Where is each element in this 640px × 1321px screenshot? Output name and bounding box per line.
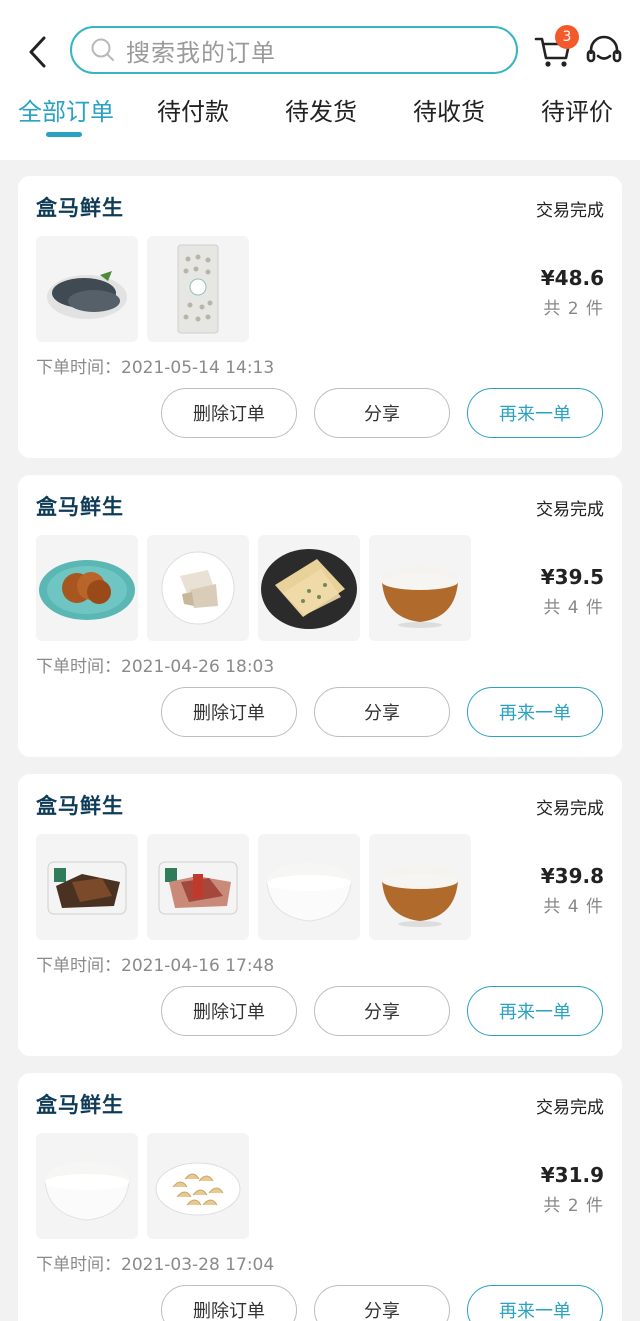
- order-status: 交易完成: [536, 500, 604, 520]
- tab-pending-review[interactable]: 待评价: [541, 92, 613, 127]
- order-time: 下单时间：2021-04-16 17:48: [36, 956, 275, 976]
- order-status: 交易完成: [536, 1098, 604, 1118]
- packaged-meat-image: [158, 861, 238, 915]
- product-thumbnail[interactable]: [258, 834, 360, 940]
- back-icon: [29, 36, 46, 68]
- store-name[interactable]: 盒马鲜生: [36, 491, 124, 521]
- rice-bowl-image: [382, 566, 458, 628]
- order-total-price: ¥39.8: [540, 864, 604, 888]
- top-bar: 搜索我的订单 3 全部订单 待付款 待发货 待收货 待评价: [0, 0, 640, 160]
- order-card[interactable]: 盒马鲜生 交易完成 ¥39.5 共 4 件 下单时间：2021-04-26 18…: [18, 475, 622, 757]
- order-card[interactable]: 盒马鲜生 交易完成 ¥48.6 共 2 件 下单时间：2021-05-14 14…: [18, 176, 622, 458]
- store-name[interactable]: 盒马鲜生: [36, 790, 124, 820]
- pancake-dish-image: [261, 549, 357, 629]
- order-status: 交易完成: [536, 201, 604, 221]
- item-count: 共 4 件: [543, 897, 604, 917]
- delete-order-button[interactable]: 删除订单: [161, 687, 297, 737]
- product-thumbnail[interactable]: [369, 834, 471, 940]
- product-thumbnail[interactable]: [36, 1133, 138, 1239]
- order-total-price: ¥48.6: [540, 266, 604, 290]
- rice-bowl-image: [266, 863, 352, 922]
- tab-pending-receipt[interactable]: 待收货: [413, 92, 485, 127]
- order-time: 下单时间：2021-03-28 17:04: [36, 1255, 275, 1275]
- store-name[interactable]: 盒马鲜生: [36, 192, 124, 222]
- search-placeholder: 搜索我的订单: [126, 38, 276, 67]
- order-total-price: ¥31.9: [540, 1163, 604, 1187]
- item-count: 共 4 件: [543, 598, 604, 618]
- share-button[interactable]: 分享: [314, 687, 450, 737]
- product-thumbnail[interactable]: [258, 535, 360, 641]
- share-button[interactable]: 分享: [314, 1285, 450, 1321]
- delete-order-button[interactable]: 删除订单: [161, 388, 297, 438]
- product-thumbnail[interactable]: [147, 535, 249, 641]
- order-time: 下单时间：2021-04-26 18:03: [36, 657, 275, 677]
- reorder-button[interactable]: 再来一单: [467, 986, 603, 1036]
- cart-count-badge: 3: [555, 25, 579, 49]
- delete-order-button[interactable]: 删除订单: [161, 1285, 297, 1321]
- previous-order-card-edge: [18, 140, 622, 158]
- reorder-button[interactable]: 再来一单: [467, 687, 603, 737]
- reorder-button[interactable]: 再来一单: [467, 388, 603, 438]
- active-tab-indicator: [46, 132, 82, 137]
- item-count: 共 2 件: [543, 299, 604, 319]
- rice-bowl-image: [382, 865, 458, 927]
- order-card[interactable]: 盒马鲜生 交易完成 ¥39.8 共 4 件 下单时间：2021-04-16 17…: [18, 774, 622, 1056]
- chicken-dish-image: [161, 551, 235, 625]
- braised-dish-image: [39, 560, 135, 620]
- product-thumbnail[interactable]: [369, 535, 471, 641]
- product-thumbnail[interactable]: [147, 1133, 249, 1239]
- order-card[interactable]: 盒马鲜生 交易完成 ¥31.9 共 2 件 下单时间：2021-03-28 17…: [18, 1073, 622, 1321]
- tab-pending-shipment[interactable]: 待发货: [285, 92, 357, 127]
- product-thumbnail[interactable]: [147, 236, 249, 342]
- product-thumbnail[interactable]: [36, 236, 138, 342]
- order-tabs: 全部订单 待付款 待发货 待收货 待评价: [0, 92, 640, 142]
- share-button[interactable]: 分享: [314, 986, 450, 1036]
- delete-order-button[interactable]: 删除订单: [161, 986, 297, 1036]
- search-icon: [91, 38, 114, 61]
- back-button[interactable]: [22, 32, 52, 72]
- share-button[interactable]: 分享: [314, 388, 450, 438]
- order-total-price: ¥39.5: [540, 565, 604, 589]
- cashew-dish-image: [155, 1162, 241, 1216]
- store-name[interactable]: 盒马鲜生: [36, 1089, 124, 1119]
- tab-pending-payment[interactable]: 待付款: [157, 92, 229, 127]
- customer-service-icon[interactable]: [584, 32, 624, 72]
- rice-bowl-image: [44, 1162, 130, 1221]
- tab-all-orders[interactable]: 全部订单: [18, 92, 114, 127]
- product-thumbnail[interactable]: [36, 834, 138, 940]
- product-thumbnail[interactable]: [36, 535, 138, 641]
- reorder-button[interactable]: 再来一单: [467, 1285, 603, 1321]
- packaged-braise-image: [47, 861, 127, 915]
- order-status: 交易完成: [536, 799, 604, 819]
- order-time: 下单时间：2021-05-14 14:13: [36, 358, 275, 378]
- product-thumbnail[interactable]: [147, 834, 249, 940]
- packaged-goods-image: [177, 244, 219, 334]
- search-input[interactable]: 搜索我的订单: [70, 26, 518, 74]
- item-count: 共 2 件: [543, 1196, 604, 1216]
- fish-image: [47, 271, 127, 319]
